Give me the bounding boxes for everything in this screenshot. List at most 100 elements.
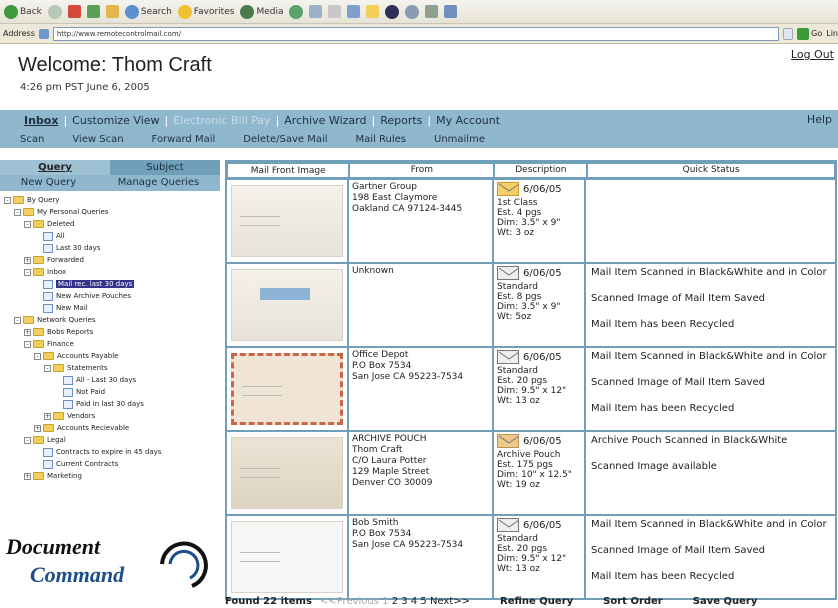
mail-front-thumbnail[interactable] [231,437,343,509]
expand-icon[interactable]: + [24,472,31,480]
expand-icon[interactable]: + [34,424,41,432]
tree-node[interactable]: - By Query [0,194,220,206]
mail-front-thumbnail[interactable] [231,521,343,593]
tree-node[interactable]: Mail rec. last 30 days [0,278,220,290]
save-query-link[interactable]: Save Query [693,596,758,607]
mail-front-thumbnail[interactable] [231,185,343,257]
sort-order-link[interactable]: Sort Order [603,596,663,607]
action-forward-mail[interactable]: Forward Mail [152,134,216,145]
tree-node[interactable]: - Network Queries [0,314,220,326]
media-button[interactable]: Media [240,4,283,19]
table-row[interactable]: Bob Smith P.O Box 7534 San Jose CA 95223-7… [227,514,835,598]
action-unmailme[interactable]: Unmailme [434,134,485,145]
column-header-from[interactable]: From [350,164,494,177]
column-header-status[interactable]: Quick Status [588,164,834,177]
tab-subject[interactable]: Subject [110,160,220,175]
collapse-icon[interactable]: - [14,316,21,324]
page-link[interactable]: 2 [392,596,398,607]
mail-front-thumbnail[interactable] [231,269,343,341]
nav-inbox[interactable]: Inbox [20,114,62,127]
history-icon[interactable] [289,4,304,19]
nav-customize-view[interactable]: Customize View [68,114,163,127]
collapse-icon[interactable]: - [4,196,11,204]
links-label[interactable]: Lin [826,29,838,38]
refine-query-link[interactable]: Refine Query [500,596,573,607]
tree-node[interactable]: + Bobs Reports [0,326,220,338]
tree-node[interactable]: Last 30 days [0,242,220,254]
page-link[interactable]: 3 [401,596,407,607]
stop-icon[interactable] [67,5,81,18]
tree-node[interactable]: - Deleted [0,218,220,230]
tree-node[interactable]: - Finance [0,338,220,350]
tree-node[interactable]: Current Contracts [0,458,220,470]
back-button[interactable]: Back [4,4,42,19]
table-row[interactable]: Gartner Group 198 East Claymore Oakland CA… [227,178,835,262]
mail-icon[interactable] [309,5,323,18]
tree-node[interactable]: All - Last 30 days [0,374,220,386]
tree-node[interactable]: All [0,230,220,242]
address-input[interactable]: http://www.remotecontrolmail.com/ [52,26,780,41]
discuss-icon[interactable] [405,4,420,19]
tree-node[interactable]: + Accounts Recievable [0,422,220,434]
table-row[interactable]: ARCHIVE POUCH Thom Craft C/O Laura Potter 1… [227,430,835,514]
edit-icon[interactable] [347,5,361,18]
tree-node[interactable]: - Accounts Payable [0,350,220,362]
tree-node[interactable]: - My Personal Queries [0,206,220,218]
expand-icon[interactable]: + [24,256,31,264]
table-row[interactable]: Office Depot P.O Box 7534 San Jose CA 9522… [227,346,835,430]
tree-node[interactable]: + Vendors [0,410,220,422]
tree-node[interactable]: Paid in last 30 days [0,398,220,410]
nav-archive-wizard[interactable]: Archive Wizard [280,114,370,127]
action-mail-rules[interactable]: Mail Rules [356,134,406,145]
collapse-icon[interactable]: - [44,364,51,372]
action-delete-save-mail[interactable]: Delete/Save Mail [243,134,327,145]
collapse-icon[interactable]: - [24,436,31,444]
expand-icon[interactable]: + [44,412,51,420]
forward-arrow-icon[interactable] [47,4,62,19]
toolbar-extra-icon[interactable] [444,5,458,18]
manage-queries-link[interactable]: Manage Queries [118,175,200,191]
expand-icon[interactable]: + [24,328,31,336]
collapse-icon[interactable]: - [34,352,41,360]
nav-my-account[interactable]: My Account [432,114,504,127]
home-icon[interactable] [105,5,119,18]
tree-node[interactable]: Not Paid [0,386,220,398]
collapse-icon[interactable]: - [24,268,31,276]
page-link[interactable]: 4 [411,596,417,607]
go-button[interactable]: Go [797,27,822,40]
collapse-icon[interactable]: - [14,208,21,216]
next-page-link[interactable]: Next>> [430,596,470,607]
tree-node[interactable]: Contracts to expire in 45 days [0,446,220,458]
tree-node[interactable]: - Inbox [0,266,220,278]
messenger-icon[interactable] [385,4,400,19]
folder-icon[interactable] [366,5,380,18]
tree-node[interactable]: - Legal [0,434,220,446]
collapse-icon[interactable]: - [24,340,31,348]
query-icon [43,459,53,469]
mail-front-thumbnail[interactable] [231,353,343,425]
nav-reports[interactable]: Reports [376,114,426,127]
tab-query[interactable]: Query [0,160,110,175]
research-icon[interactable] [425,5,439,18]
collapse-icon[interactable]: - [24,220,31,228]
logout-link[interactable]: Log Out [791,48,834,61]
address-dropdown-icon[interactable] [783,27,794,40]
help-link[interactable]: Help [807,113,832,126]
thumbnail-band [260,288,310,300]
print-icon[interactable] [328,5,342,18]
favorites-button[interactable]: Favorites [177,4,234,19]
tree-node[interactable]: + Forwarded [0,254,220,266]
tree-node[interactable]: New Mail [0,302,220,314]
new-query-link[interactable]: New Query [21,175,76,191]
action-view-scan[interactable]: View Scan [72,134,123,145]
tree-node[interactable]: New Archive Pouches [0,290,220,302]
tree-node[interactable]: - Statements [0,362,220,374]
search-button[interactable]: Search [124,4,172,19]
action-scan[interactable]: Scan [20,134,44,145]
tree-node[interactable]: + Marketing [0,470,220,482]
table-row[interactable]: Unknown 6/06/05 Standard Est. 8 pgs Dim: 3.5… [227,262,835,346]
column-header-description[interactable]: Description [495,164,587,177]
page-link[interactable]: 5 [420,596,426,607]
refresh-icon[interactable] [86,5,100,18]
column-header-image[interactable]: Mail Front Image [228,164,349,177]
